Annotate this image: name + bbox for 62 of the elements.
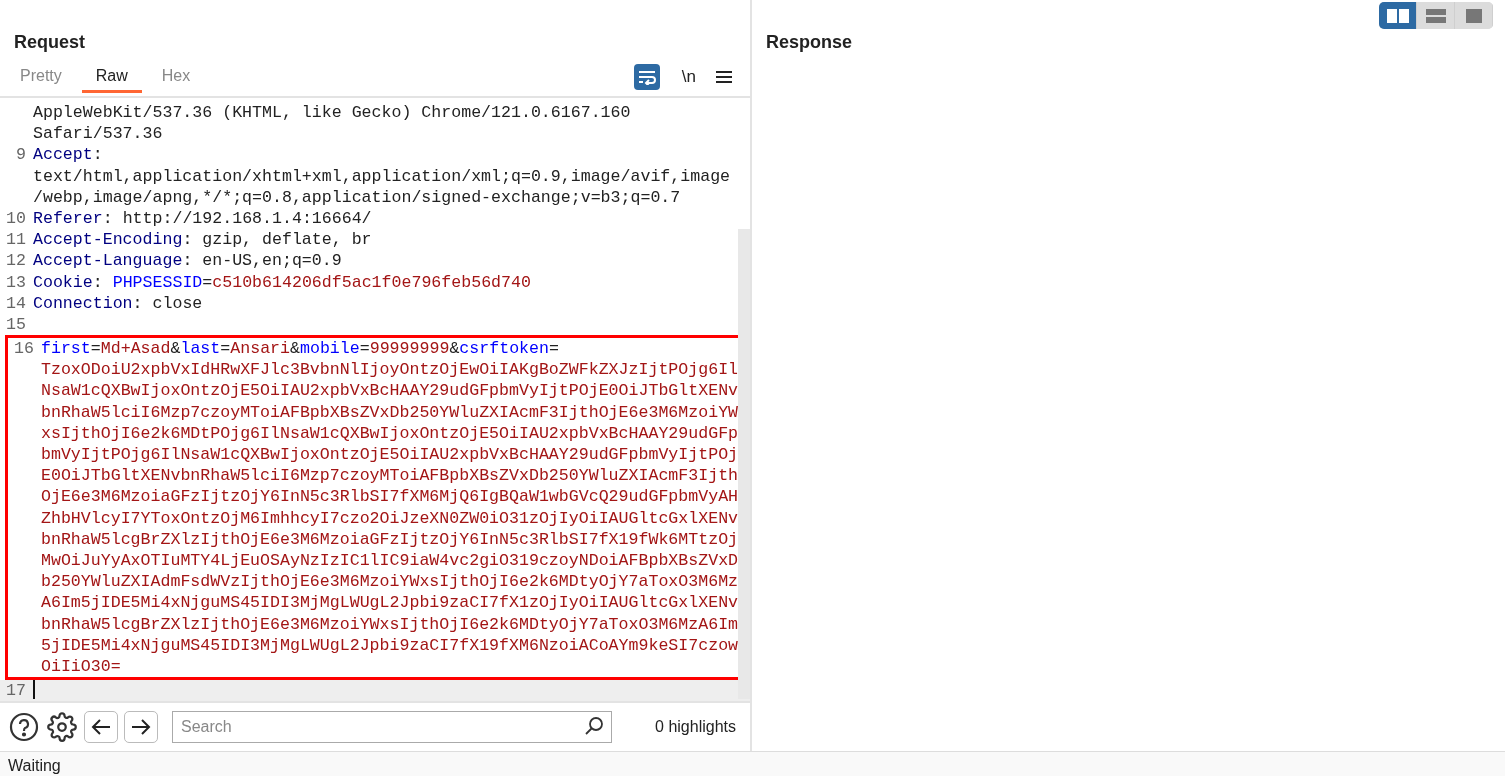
- help-icon[interactable]: [8, 711, 40, 743]
- view-tab[interactable]: Raw: [81, 61, 142, 93]
- code-line: 5jIDE5Mi4xNjguMS45IDI3MjMgLWUgL2Jpbi9zaCI7fX19fXM6NzoiACoAYm9keSI7czow: [41, 634, 739, 656]
- scrollbar[interactable]: [738, 229, 750, 699]
- line-number: 16: [13, 338, 35, 360]
- line-number: 11: [5, 229, 27, 251]
- status-text: Waiting: [0, 751, 1505, 776]
- search-field[interactable]: Search: [172, 711, 612, 743]
- text-cursor: [33, 680, 35, 700]
- code-line: bnRhaW5lcgBrZXlzIjthOjE6e3M6MzoiaGFzIjtzOjY6InN5c3RlbSI7fX19fWk6MTtzOj: [41, 528, 739, 550]
- panel-title: Request: [13, 31, 85, 54]
- newline-toggle[interactable]: \n: [675, 67, 702, 87]
- code-line: bnRhaW5lcgBrZXlzIjthOjE6e3M6MzoiYWxsIjthOjI6e2k6MDtyOjY7aToxO3M6MzA6Im: [41, 613, 739, 635]
- code-line: xsIjthOjI6e2k6MDtPOjg6IlNsaW1cQXBwIjoxOntzOjE5OiIAU2xpbVxBcHAAY29udGFp: [41, 422, 739, 444]
- code-line: Connection: close: [33, 292, 203, 314]
- code-line: Accept-Encoding: gzip, deflate, br: [33, 229, 372, 251]
- line-number: 9: [15, 144, 27, 166]
- wrap-lines-icon: [637, 69, 656, 85]
- code-line: Referer: http://192.168.1.4:16664/: [33, 207, 372, 230]
- view-tab[interactable]: Pretty: [6, 61, 76, 93]
- code-line: text/html,application/xhtml+xml,application/xml;q=0.9,image/avif,image: [33, 165, 731, 187]
- split-rows-icon: [1424, 6, 1447, 25]
- line-number: 12: [5, 250, 27, 272]
- panel-title: Response: [765, 31, 853, 54]
- code-line: E0OiJTbGltXENvbnRhaW5lciI6Mzp7czoyMToiAFBpbXBsZVxDb250YWluZXIAcmF3Ijth: [41, 465, 739, 487]
- code-line: /webp,image/apng,*/*;q=0.8,application/signed-exchange;v=b3;q=0.7: [33, 186, 681, 208]
- code-line: OjE6e3M6MzoiaGFzIjtzOjY6InN5c3RlbSI7fXM6MjQ6IgBQaW1wbGVcQ29udGFpbmVyAH: [41, 486, 739, 508]
- line-number: 15: [5, 313, 27, 336]
- wrap-lines-button[interactable]: [633, 64, 660, 90]
- code-line: ZhbHVlcyI7YToxOntzOjM6ImhhcyI7czo2OiJzeXN0ZW0iO31zOjIyOiIAUGltcGxlXENv: [41, 507, 739, 529]
- code-line: bnRhaW5lciI6Mzp7czoyMToiAFBpbXBsZVxDb250YWluZXIAcmF3IjthOjE6e3M6MzoiYW: [41, 401, 739, 423]
- view-tab[interactable]: Hex: [147, 61, 205, 93]
- line-number: 14: [5, 292, 27, 314]
- code-line: bmVyIjtPOjg6IlNsaW1cQXBwIjoxOntzOjE5OiIAU2xpbVxBcHAAY29udGFpbmVyIjtPOj: [41, 444, 739, 466]
- single-pane-icon: [1463, 6, 1484, 25]
- code-line: A6Im5jIDE5Mi4xNjguMS45IDI3MjMgLWUgL2Jpbi9zaCI7fX1zOjIyOiIAUGltcGxlXENv: [41, 592, 739, 614]
- highlight-count: 0 highlights: [655, 718, 736, 736]
- search-icon: [584, 716, 604, 736]
- line-number: 10: [5, 207, 27, 230]
- line-number: 13: [5, 271, 27, 293]
- code-line: b250YWluZXIAdmFsdWVzIjthOjE6e3M6MzoiYWxsIjthOjI6e2k6MDtyOjY7aToxO3M6Mz: [41, 571, 739, 593]
- code-line: Cookie: PHPSESSID=c510b614206df5ac1f0e796feb56d740: [33, 271, 531, 293]
- code-line: first=Md+Asad&last=Ansari&mobile=99999999&csrftoken=: [41, 338, 559, 360]
- line-number: 17: [5, 680, 27, 701]
- layout-button[interactable]: [1379, 2, 1417, 29]
- split-columns-icon: [1384, 6, 1411, 25]
- code-line: OiIiO30=: [41, 655, 121, 678]
- arrow-right-icon: [131, 718, 151, 736]
- code-line: TzoxODoiU2xpbVxIdHRwXFJlc3BvbnNlIjoyOntzOjEwOiIAKgBoZWFkZXJzIjtPOjg6Il: [41, 359, 739, 381]
- menu-button[interactable]: [714, 68, 734, 86]
- arrow-left-icon: [91, 718, 111, 736]
- code-line: AppleWebKit/537.36 (KHTML, like Gecko) Chrome/121.0.6167.160: [33, 102, 631, 124]
- forward-button[interactable]: [124, 711, 158, 743]
- code-editor[interactable]: [0, 96, 750, 701]
- code-line: NsaW1cQXBwIjoxOntzOjE5OiIAU2xpbVxBcHAAY29udGFpbmVyIjtPOjE0OiJTbGltXENv: [41, 380, 739, 402]
- back-button[interactable]: [84, 711, 118, 743]
- menu-icon: [716, 70, 732, 84]
- code-line: Accept-Language: en-US,en;q=0.9: [33, 250, 342, 272]
- settings-icon[interactable]: [46, 711, 78, 743]
- code-line: Accept:: [33, 144, 103, 166]
- code-line: MwOiJuYyAxOTIuMTY4LjEuOSAyNzIzIC1lIC9iaW4vc2giO319czoyNDoiAFBpbXBsZVxD: [41, 549, 739, 572]
- code-line: Safari/537.36: [33, 123, 163, 145]
